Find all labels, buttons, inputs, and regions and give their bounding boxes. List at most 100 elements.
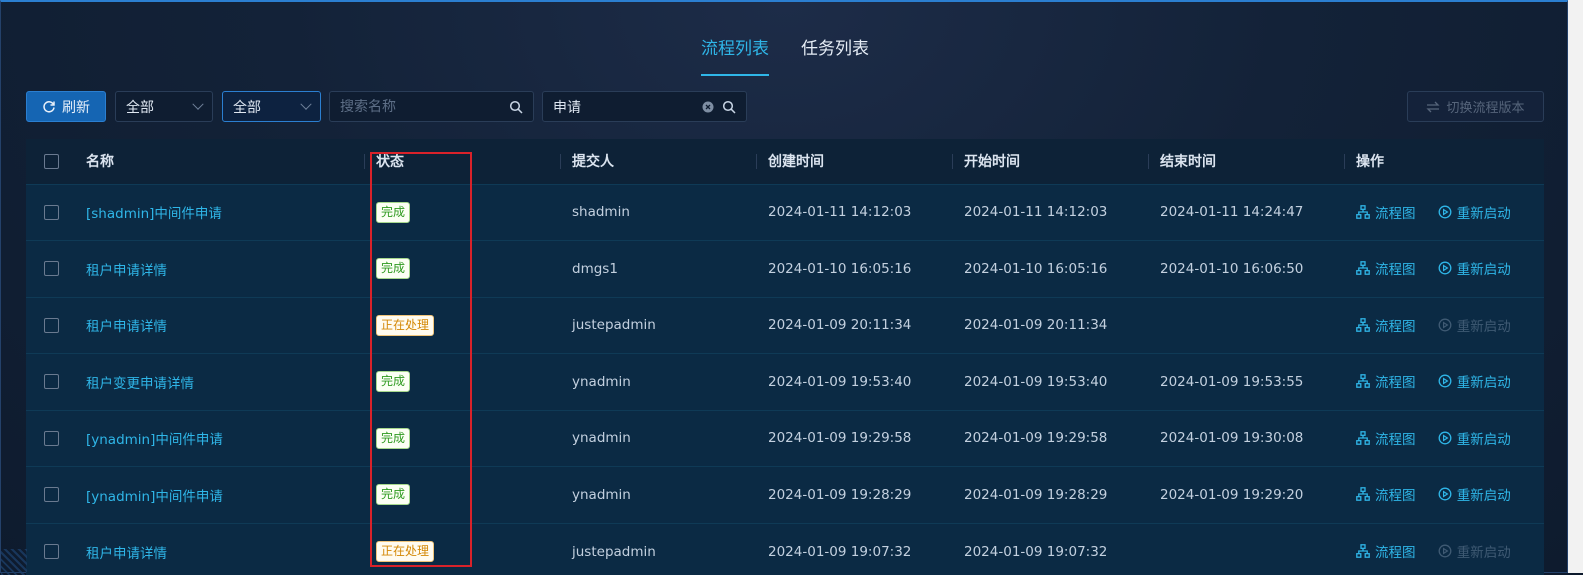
row-select-cell [26, 241, 74, 298]
row-actions: 流程图 重新启动 [1344, 241, 1544, 298]
row-created-time: 2024-01-09 19:29:58 [768, 430, 912, 447]
process-name-link[interactable]: [ynadmin]中间件申请 [86, 489, 223, 505]
flow-diagram-action[interactable]: 流程图 [1356, 541, 1416, 561]
header-created[interactable]: 创建时间 [756, 139, 952, 184]
table-header-row: 名称 状态 提交人 创建时间 开始时间 结束时间 操作 [26, 139, 1544, 184]
restart-label: 重新启动 [1456, 262, 1511, 279]
table-row[interactable]: 租户申请详情 正在处理 justepadmin 2024-01-09 19:07… [26, 523, 1544, 575]
flow-diagram-label: 流程图 [1375, 375, 1416, 392]
row-name-cell: [ynadmin]中间件申请 [74, 467, 364, 524]
diagram-icon [1356, 317, 1370, 332]
row-start-time: 2024-01-11 14:12:03 [964, 204, 1108, 221]
table-row[interactable]: 租户变更申请详情 完成 ynadmin 2024-01-09 19:53:40 … [26, 353, 1544, 411]
diagram-icon [1356, 430, 1370, 445]
header-status[interactable]: 状态 [364, 139, 560, 184]
flow-diagram-action[interactable]: 流程图 [1356, 315, 1416, 335]
table-row[interactable]: [shadmin]中间件申请 完成 shadmin 2024-01-11 14:… [26, 184, 1544, 241]
flow-diagram-action[interactable]: 流程图 [1356, 371, 1416, 391]
search-name-input[interactable] [340, 98, 509, 115]
table-body: [shadmin]中间件申请 完成 shadmin 2024-01-11 14:… [26, 184, 1544, 575]
restart-action[interactable]: 重新启动 [1438, 371, 1511, 391]
row-select-cell [26, 467, 74, 524]
row-end-time: 2024-01-09 19:53:55 [1160, 373, 1304, 390]
diagram-icon [1356, 374, 1370, 389]
table-row[interactable]: 租户申请详情 完成 dmgs1 2024-01-10 16:05:16 2024… [26, 240, 1544, 298]
row-checkbox[interactable] [44, 317, 59, 333]
restart-label: 重新启动 [1456, 488, 1511, 505]
flow-diagram-action[interactable]: 流程图 [1356, 484, 1416, 504]
flow-diagram-action[interactable]: 流程图 [1356, 258, 1416, 278]
restart-action: 重新启动 [1438, 541, 1511, 561]
search-icon[interactable] [509, 100, 523, 114]
process-name-link[interactable]: 租户申请详情 [86, 319, 167, 335]
row-name-cell: [ynadmin]中间件申请 [74, 410, 364, 467]
search-name-box [329, 91, 534, 122]
tab-task-list[interactable]: 任务列表 [801, 38, 869, 76]
search-icon[interactable] [722, 100, 736, 114]
flow-diagram-action[interactable]: 流程图 [1356, 202, 1416, 222]
diagram-icon [1356, 487, 1370, 502]
flow-diagram-action[interactable]: 流程图 [1356, 428, 1416, 448]
table-row[interactable]: [ynadmin]中间件申请 完成 ynadmin 2024-01-09 19:… [26, 410, 1544, 467]
restart-label: 重新启动 [1456, 545, 1511, 561]
row-submitter: shadmin [572, 204, 630, 221]
tab-process-list[interactable]: 流程列表 [701, 38, 769, 76]
row-end-time: 2024-01-11 14:24:47 [1160, 204, 1304, 221]
row-status-cell: 完成 [364, 241, 560, 298]
status-badge: 正在处理 [376, 314, 435, 336]
restart-action[interactable]: 重新启动 [1438, 484, 1511, 504]
clear-icon[interactable] [702, 101, 714, 113]
header-name[interactable]: 名称 [74, 139, 364, 184]
header-started[interactable]: 开始时间 [952, 139, 1148, 184]
row-checkbox[interactable] [44, 374, 59, 390]
restart-action[interactable]: 重新启动 [1438, 428, 1511, 448]
restart-action[interactable]: 重新启动 [1438, 202, 1511, 222]
header-select-all [26, 139, 74, 184]
flow-diagram-label: 流程图 [1375, 205, 1416, 222]
flow-diagram-label: 流程图 [1375, 262, 1416, 279]
header-submitter[interactable]: 提交人 [560, 139, 756, 184]
row-name-cell: 租户申请详情 [74, 523, 364, 575]
row-checkbox[interactable] [44, 261, 59, 277]
switch-version-button[interactable]: 切换流程版本 [1407, 91, 1544, 122]
restart-action[interactable]: 重新启动 [1438, 258, 1511, 278]
process-name-link[interactable]: [shadmin]中间件申请 [86, 206, 222, 222]
header-ended[interactable]: 结束时间 [1148, 139, 1344, 184]
process-name-link[interactable]: 租户变更申请详情 [86, 376, 194, 392]
refresh-button[interactable]: 刷新 [26, 91, 106, 122]
row-created-time: 2024-01-09 19:28:29 [768, 486, 912, 503]
row-created-time: 2024-01-10 16:05:16 [768, 260, 912, 277]
table-row[interactable]: [ynadmin]中间件申请 完成 ynadmin 2024-01-09 19:… [26, 466, 1544, 524]
process-name-link[interactable]: 租户申请详情 [86, 263, 167, 279]
toolbar: 刷新 全部 全部 搜索名称 申请 切换流程版本 [26, 91, 1544, 123]
process-name-link[interactable]: [ynadmin]中间件申请 [86, 432, 223, 448]
corner-decoration [1, 549, 27, 575]
row-checkbox[interactable] [44, 544, 59, 559]
play-circle-icon [1438, 431, 1452, 445]
row-end-time [1148, 523, 1344, 575]
row-submitter: ynadmin [572, 373, 631, 390]
process-table: 名称 状态 提交人 创建时间 开始时间 结束时间 操作 [shadmin]中间件… [26, 139, 1544, 575]
restart-label: 重新启动 [1456, 375, 1511, 392]
table-row[interactable]: 租户申请详情 正在处理 justepadmin 2024-01-09 20:11… [26, 297, 1544, 354]
process-name-link[interactable]: 租户申请详情 [86, 546, 167, 562]
row-submitter: ynadmin [572, 430, 631, 447]
row-created-time: 2024-01-09 19:53:40 [768, 373, 912, 390]
status-badge: 完成 [376, 201, 411, 223]
refresh-icon [43, 100, 55, 113]
select-all-checkbox[interactable] [44, 153, 59, 169]
row-checkbox[interactable] [44, 204, 59, 220]
row-checkbox[interactable] [44, 487, 59, 503]
row-end-time: 2024-01-10 16:06:50 [1160, 260, 1304, 277]
row-submitter: dmgs1 [572, 260, 618, 277]
restart-label: 重新启动 [1456, 431, 1511, 448]
row-select-cell [26, 297, 74, 354]
filter-select-1[interactable]: 全部 [115, 91, 213, 122]
scrollbar-area [1568, 0, 1583, 573]
row-checkbox[interactable] [44, 430, 59, 446]
search-keyword-input[interactable] [553, 98, 702, 115]
row-start-time: 2024-01-09 20:11:34 [964, 317, 1108, 334]
play-circle-icon [1438, 487, 1452, 501]
flow-diagram-label: 流程图 [1375, 431, 1416, 448]
filter-select-2[interactable]: 全部 [222, 91, 321, 122]
